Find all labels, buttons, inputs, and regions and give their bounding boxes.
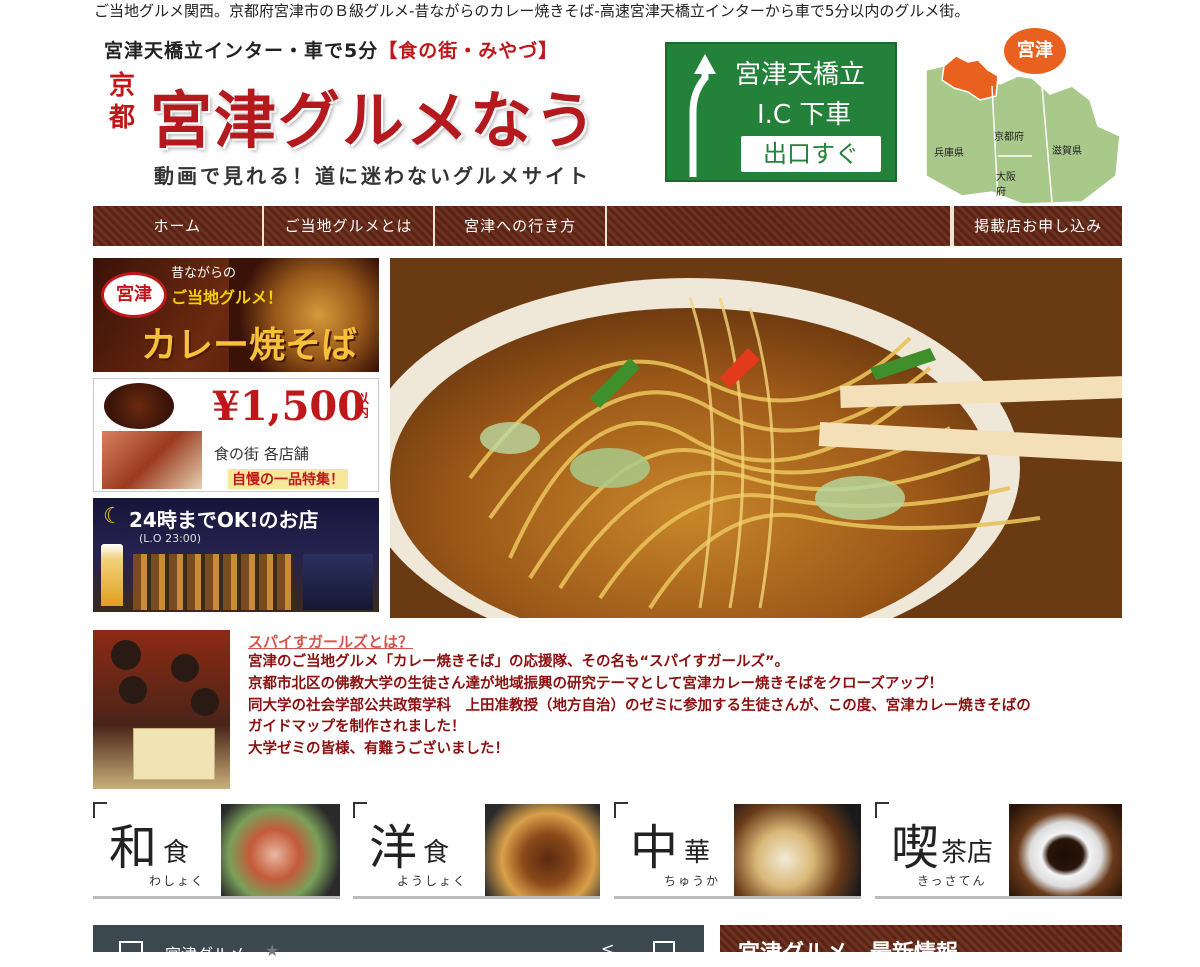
header-top-line: 宮津天橋立インター・車で5分【食の街・みやづ】 <box>104 36 558 63</box>
category-kana: ちゅうか <box>664 874 721 888</box>
map-label-hyogo: 兵庫県 <box>934 148 964 159</box>
category-kana: わしょく <box>149 874 206 888</box>
latest-news-widget: 宮津グルメ 最新情報 <box>720 925 1122 966</box>
header-top-text: 宮津天橋立インター・車で5分 <box>104 40 379 62</box>
corner-mark <box>353 802 367 818</box>
banner-tag: 宮津 <box>101 272 167 318</box>
spicy-girls-photo[interactable] <box>93 630 230 789</box>
category-small-char: 華 <box>684 838 711 868</box>
category-big-char: 喫 <box>891 820 940 876</box>
sign-line-1: 宮津天橋立 <box>735 60 866 90</box>
price-banner[interactable]: ¥1,500 以内 食の街 各店舗 自慢の一品特集！ <box>93 378 379 492</box>
late-night-banner[interactable]: ☾ 24時までOK!のお店 (L.O 23:00) <box>93 498 379 612</box>
category-small-char: 食 <box>423 838 450 868</box>
person-photo-4 <box>191 688 219 716</box>
kyoto-label: 京都 <box>108 71 135 133</box>
gourmet-video-widget: 宮津グルメ ★ < <box>93 925 704 964</box>
playlist-icon[interactable] <box>119 941 143 957</box>
widget-title: 宮津グルメ <box>165 945 246 964</box>
banner-line-3: カレー焼そば <box>141 325 358 366</box>
banner-line-2: ご当地グルメ！ <box>171 288 284 307</box>
category-kana: ようしょく <box>397 874 468 888</box>
spicy-line-4: ガイドマップを制作されました！ <box>248 719 466 736</box>
corner-mark <box>93 802 107 818</box>
category-youshoku[interactable]: 洋 食 ようしょく <box>353 802 600 899</box>
beer-glass-icon <box>101 544 123 606</box>
youshoku-photo <box>485 804 600 896</box>
map-label-kyoto: 京都府 <box>994 132 1024 143</box>
price-text: ¥1,500 <box>212 383 366 430</box>
bottle-shelf-photo <box>133 554 293 610</box>
ic-road-sign: 宮津天橋立 I.C 下車 出口すぐ <box>665 42 897 182</box>
corner-mark <box>875 802 889 818</box>
category-washoku[interactable]: 和 食 わしょく <box>93 802 340 899</box>
guide-map-photo <box>133 728 215 780</box>
spicy-line-5: 大学ゼミの皆様、有難うございました！ <box>248 741 509 758</box>
category-small-char: 食 <box>163 838 190 868</box>
site-tagline: ご当地グルメ関西。京都府宮津市のＢ級グルメ-昔ながらのカレー焼きそば-高速宮津天… <box>94 2 970 20</box>
site-title[interactable]: 宮津グルメなう <box>150 70 598 160</box>
map-label-osaka: 大阪府 <box>996 172 1016 198</box>
nav-access[interactable]: 宮津への行き方 <box>435 206 608 246</box>
banner-line-1: 昔ながらの <box>171 266 237 281</box>
category-kana: きっさてん <box>917 874 987 888</box>
share-icon[interactable]: < <box>601 939 614 958</box>
category-chuka[interactable]: 中 華 ちゅうか <box>614 802 861 899</box>
main-nav: ホーム ご当地グルメとは 宮津への行き方 掲載店お申し込み <box>93 206 1122 246</box>
hamburg-photo <box>104 383 174 429</box>
site-subtitle: 動画で見れる！道に迷わないグルメサイト <box>154 164 591 188</box>
nav-gourmet-about[interactable]: ご当地グルメとは <box>264 206 436 246</box>
price-suffix: 以内 <box>356 392 370 421</box>
category-big-char: 和 <box>109 820 158 876</box>
person-photo-2 <box>171 654 199 682</box>
person-photo-1 <box>111 640 141 670</box>
sign-exit-box: 出口すぐ <box>741 136 881 172</box>
category-big-char: 洋 <box>369 820 418 876</box>
late-line-1: 24時までOK!のお店 <box>129 508 319 532</box>
chuka-photo <box>734 804 861 896</box>
spicy-line-2: 京都市北区の佛教大学の生徒さん達が地域振興の研究テーマとして宮津カレー焼きそばを… <box>248 675 943 692</box>
star-icon[interactable]: ★ <box>265 941 279 960</box>
header-top-red: 【食の街・みやづ】 <box>378 40 559 62</box>
price-line-2: 自慢の一品特集！ <box>228 469 348 489</box>
spicy-line-3: 同大学の社会学部公共政策学科 上田准教授（地方自治）のゼミに参加する生徒さんが、… <box>248 697 1031 714</box>
curry-yakisoba-banner[interactable]: 宮津 昔ながらの ご当地グルメ！ カレー焼そば <box>93 258 379 372</box>
category-small-char: 茶店 <box>941 838 994 868</box>
moon-icon: ☾ <box>103 504 123 529</box>
fullscreen-icon[interactable] <box>653 941 675 955</box>
washoku-photo <box>221 804 340 896</box>
sign-line-2: I.C 下車 <box>757 100 852 130</box>
miyazu-map-badge: 宮津 <box>1004 28 1066 74</box>
spicy-line-1: 宮津のご当地グルメ「カレー焼きそば」の応援隊、その名も“スパイすガールズ”。 <box>248 654 790 670</box>
nav-blank <box>607 206 953 246</box>
coffee-photo <box>1009 804 1122 896</box>
latest-news-title: 宮津グルメ 最新情報 <box>738 940 959 966</box>
person-photo-3 <box>119 676 147 704</box>
nav-home[interactable]: ホーム <box>93 206 264 246</box>
spicy-girls-text: 宮津のご当地グルメ「カレー焼きそば」の応援隊、その名も“スパイすガールズ”。 京… <box>248 652 1123 761</box>
sashimi-bowl-photo <box>102 431 202 489</box>
late-line-2: (L.O 23:00) <box>139 532 202 545</box>
nav-apply[interactable]: 掲載店お申し込み <box>952 206 1122 246</box>
category-big-char: 中 <box>630 820 679 876</box>
road-arrow-icon <box>689 54 716 177</box>
category-kissaten[interactable]: 喫 茶店 きっさてん <box>875 802 1122 899</box>
map-label-shiga: 滋賀県 <box>1052 146 1082 157</box>
hero-yakisoba-image <box>390 258 1122 618</box>
bar-scene-photo <box>303 554 373 610</box>
spicy-girls-link[interactable]: スパイすガールズとは？ <box>248 631 413 652</box>
corner-mark <box>614 802 628 818</box>
price-line-1: 食の街 各店舗 <box>214 445 309 463</box>
